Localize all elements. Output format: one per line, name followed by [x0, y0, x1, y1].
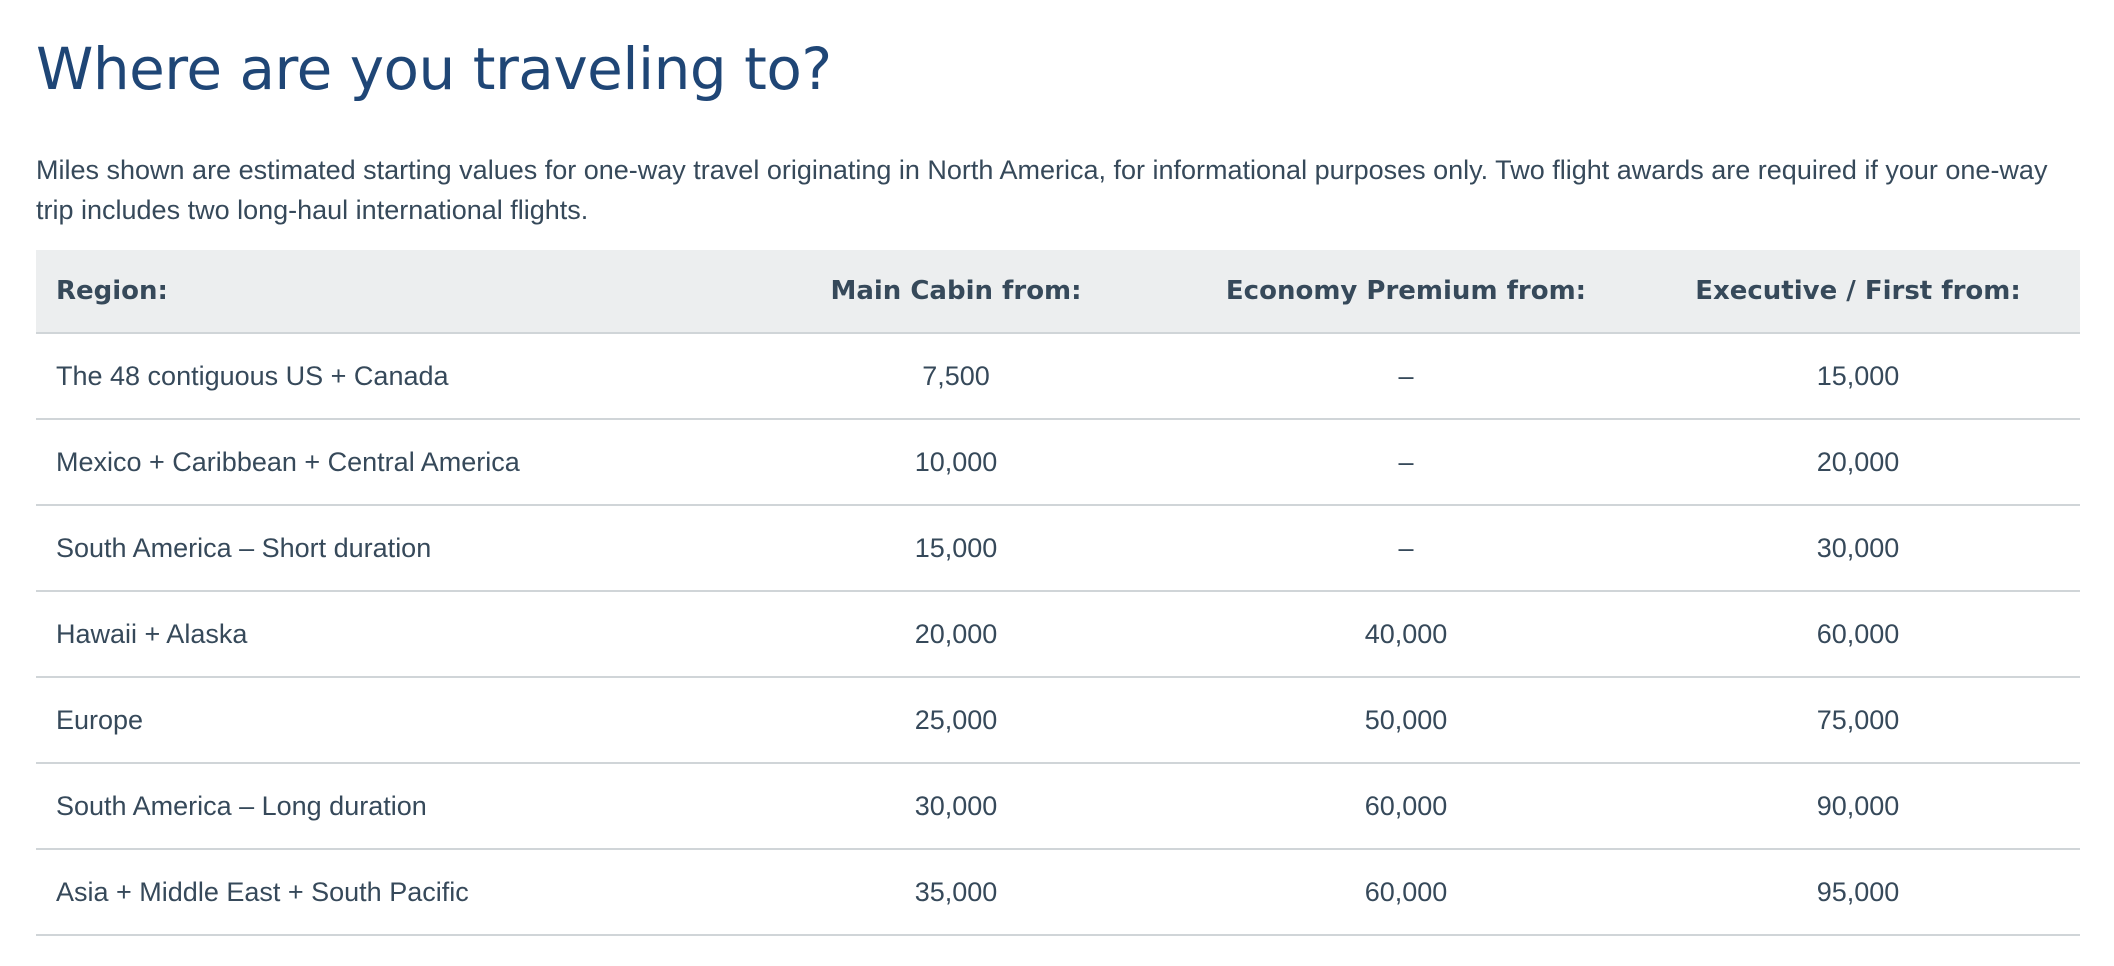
- page-title: Where are you traveling to?: [36, 35, 832, 103]
- cell-main-cabin: 35,000: [736, 849, 1176, 936]
- cell-region: The 48 contiguous US + Canada: [36, 333, 736, 420]
- cell-executive-first: 75,000: [1636, 677, 2080, 764]
- cell-executive-first: 30,000: [1636, 505, 2080, 592]
- cell-executive-first: 90,000: [1636, 763, 2080, 850]
- cell-economy-premium: –: [1176, 505, 1636, 592]
- table-row: South America – Long duration 30,000 60,…: [36, 763, 2080, 850]
- header-economy-premium: Economy Premium from:: [1176, 250, 1636, 334]
- page-content: Where are you traveling to? Miles shown …: [36, 0, 2080, 936]
- table-row: Hawaii + Alaska 20,000 40,000 60,000: [36, 591, 2080, 678]
- cell-economy-premium: 50,000: [1176, 677, 1636, 764]
- cell-main-cabin: 20,000: [736, 591, 1176, 678]
- header-region: Region:: [36, 250, 736, 334]
- award-miles-table: Region: Main Cabin from: Economy Premium…: [36, 250, 2080, 936]
- cell-executive-first: 95,000: [1636, 849, 2080, 936]
- table-header-row: Region: Main Cabin from: Economy Premium…: [36, 250, 2080, 334]
- cell-economy-premium: 60,000: [1176, 849, 1636, 936]
- table-row: Asia + Middle East + South Pacific 35,00…: [36, 849, 2080, 936]
- table-row: Mexico + Caribbean + Central America 10,…: [36, 419, 2080, 506]
- cell-executive-first: 60,000: [1636, 591, 2080, 678]
- table-row: The 48 contiguous US + Canada 7,500 – 15…: [36, 333, 2080, 420]
- cell-executive-first: 15,000: [1636, 333, 2080, 420]
- cell-executive-first: 20,000: [1636, 419, 2080, 506]
- header-main-cabin: Main Cabin from:: [736, 250, 1176, 334]
- cell-main-cabin: 25,000: [736, 677, 1176, 764]
- cell-economy-premium: 40,000: [1176, 591, 1636, 678]
- cell-economy-premium: –: [1176, 419, 1636, 506]
- cell-region: Asia + Middle East + South Pacific: [36, 849, 736, 936]
- table-row: Europe 25,000 50,000 75,000: [36, 677, 2080, 764]
- header-executive-first: Executive / First from:: [1636, 250, 2080, 334]
- cell-economy-premium: –: [1176, 333, 1636, 420]
- cell-region: Mexico + Caribbean + Central America: [36, 419, 736, 506]
- cell-main-cabin: 15,000: [736, 505, 1176, 592]
- cell-region: Europe: [36, 677, 736, 764]
- cell-main-cabin: 10,000: [736, 419, 1176, 506]
- cell-region: Hawaii + Alaska: [36, 591, 736, 678]
- intro-paragraph: Miles shown are estimated starting value…: [36, 155, 2048, 225]
- cell-region: South America – Short duration: [36, 505, 736, 592]
- table-row: South America – Short duration 15,000 – …: [36, 505, 2080, 592]
- cell-region: South America – Long duration: [36, 763, 736, 850]
- cell-main-cabin: 30,000: [736, 763, 1176, 850]
- cell-economy-premium: 60,000: [1176, 763, 1636, 850]
- cell-main-cabin: 7,500: [736, 333, 1176, 420]
